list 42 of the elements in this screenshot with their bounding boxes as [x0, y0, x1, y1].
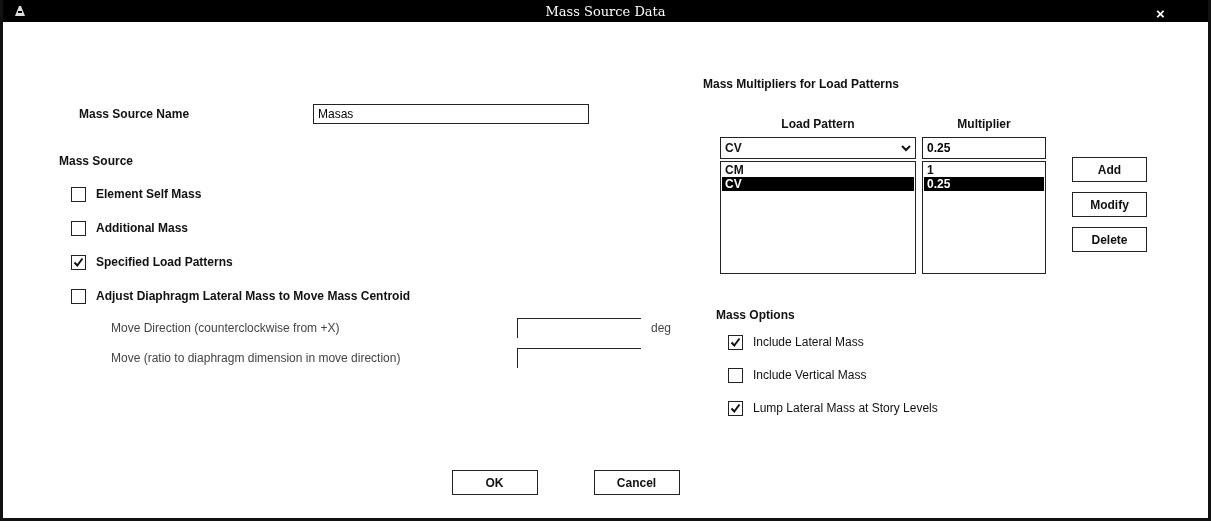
field-label: Mass Source Name	[79, 107, 191, 121]
close-button[interactable]: ×	[1123, 1, 1198, 26]
field-label: Move (ratio to diaphragm dimension in move direction)	[111, 351, 402, 365]
section-heading: Mass Source	[59, 154, 135, 168]
action-button[interactable]: Delete	[1072, 227, 1147, 252]
checkbox[interactable]	[728, 400, 743, 416]
checkbox-label: Adjust Diaphragm Lateral Mass to Move Mass Centroid	[96, 289, 411, 303]
name-field[interactable]: Masas	[313, 104, 589, 124]
column-header: Load Pattern	[780, 117, 856, 131]
multiplier-field[interactable]: 0.25	[922, 137, 1046, 159]
dialog-button[interactable]: OK	[451, 470, 538, 495]
section-heading: Mass Options	[716, 308, 795, 322]
checkbox-label: Include Lateral Mass	[753, 335, 864, 349]
checkmark-icon	[73, 256, 84, 268]
app-icon	[13, 4, 27, 18]
checkbox-label: Specified Load Patterns	[96, 255, 233, 269]
list-item[interactable]: 0.25	[924, 177, 1044, 191]
unit-label: deg	[651, 321, 672, 335]
list-item[interactable]: CV	[722, 177, 914, 191]
action-button[interactable]: Add	[1072, 157, 1147, 182]
checkbox-label: Lump Lateral Mass at Story Levels	[753, 401, 938, 415]
checkbox[interactable]	[71, 220, 86, 236]
section-heading: Mass Multipliers for Load Patterns	[703, 77, 900, 91]
checkbox[interactable]	[71, 288, 86, 304]
checkbox[interactable]	[728, 334, 743, 350]
field-label: Move Direction (counterclockwise from +X)	[111, 321, 341, 335]
dialog-button[interactable]: Cancel	[593, 470, 680, 495]
action-button[interactable]: Modify	[1072, 192, 1147, 217]
checkbox-label: Include Vertical Mass	[753, 368, 867, 382]
checkmark-icon	[730, 402, 741, 414]
checkbox-label: Additional Mass	[96, 221, 188, 235]
window-title: Mass Source Data	[545, 3, 666, 19]
list-item[interactable]: CM	[722, 163, 914, 177]
checkmark-icon	[730, 336, 741, 348]
list-item[interactable]: 1	[924, 163, 1044, 177]
chevron-down-icon	[901, 144, 911, 152]
checkbox[interactable]	[71, 254, 86, 270]
checkbox-label: Element Self Mass	[96, 187, 202, 201]
checkbox[interactable]	[728, 367, 743, 383]
column-header: Multiplier	[956, 117, 1012, 131]
load-pattern-dropdown[interactable]: CV	[720, 137, 916, 159]
checkbox[interactable]	[71, 186, 86, 202]
